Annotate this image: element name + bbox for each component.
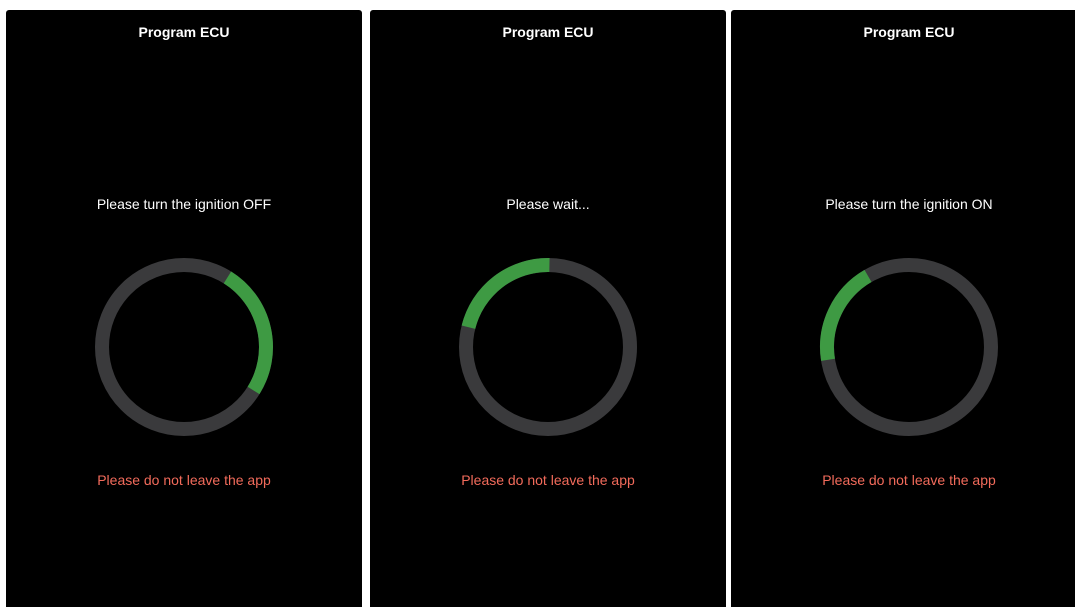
status-message: Please turn the ignition OFF [96, 196, 272, 212]
progress-ring-arc [223, 271, 273, 395]
screen-title: Program ECU [863, 24, 955, 40]
progress-ring [459, 258, 637, 436]
phone-screen-please-wait: Program ECU Please wait... Please do not… [370, 10, 726, 607]
phone-screen-ignition-off: Program ECU Please turn the ignition OFF… [6, 10, 362, 607]
status-message: Please turn the ignition ON [825, 196, 993, 212]
warning-message: Please do not leave the app [461, 472, 635, 488]
progress-ring-arc [820, 269, 872, 361]
progress-ring-arc [461, 258, 550, 330]
progress-ring [95, 258, 273, 436]
status-message: Please wait... [506, 196, 590, 212]
stage: Program ECU Please turn the ignition OFF… [0, 0, 1075, 607]
warning-message: Please do not leave the app [97, 472, 271, 488]
screen-title: Program ECU [502, 24, 594, 40]
phone-screen-ignition-on: Program ECU Please turn the ignition ON … [731, 10, 1075, 607]
progress-ring [820, 258, 998, 436]
warning-message: Please do not leave the app [822, 472, 996, 488]
screen-title: Program ECU [138, 24, 230, 40]
